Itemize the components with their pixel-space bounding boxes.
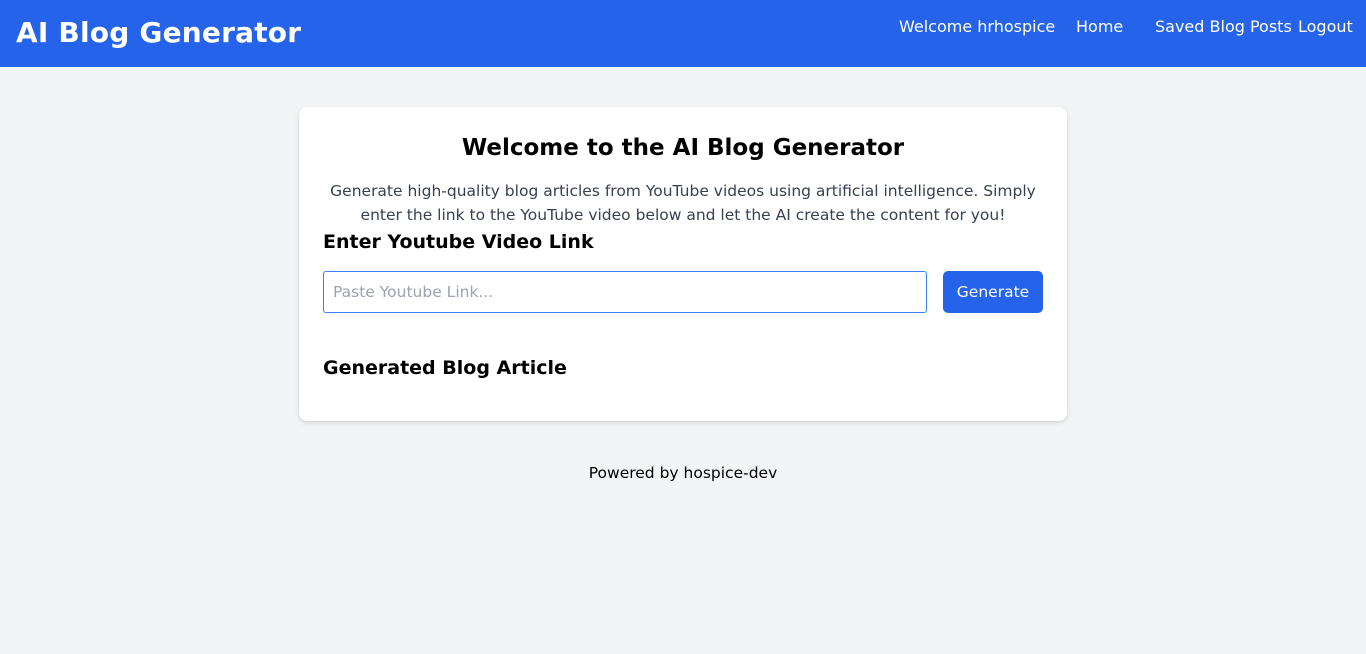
nav-welcome-user[interactable]: Welcome hrhospice (899, 16, 1055, 38)
page-description: Generate high-quality blog articles from… (330, 182, 1036, 224)
generate-button[interactable]: Generate (943, 271, 1043, 313)
youtube-link-input[interactable] (323, 271, 927, 313)
page-title: Welcome to the AI Blog Generator (461, 135, 905, 161)
nav-links: Welcome hrhospice Home Saved Blog Posts … (0, 16, 1366, 40)
generator-card: Welcome to the AI Blog Generator Generat… (299, 107, 1067, 421)
top-navbar: AI Blog Generator Welcome hrhospice Home… (0, 0, 1366, 67)
footer-credit: Powered by hospice-dev (588, 464, 778, 482)
generated-article-heading: Generated Blog Article (323, 357, 567, 379)
youtube-link-label: Enter Youtube Video Link (323, 231, 594, 253)
nav-saved-posts-link[interactable]: Saved Blog Posts (1155, 16, 1292, 38)
nav-logout-link[interactable]: Logout (1298, 16, 1353, 38)
nav-home-link[interactable]: Home (1076, 16, 1123, 38)
